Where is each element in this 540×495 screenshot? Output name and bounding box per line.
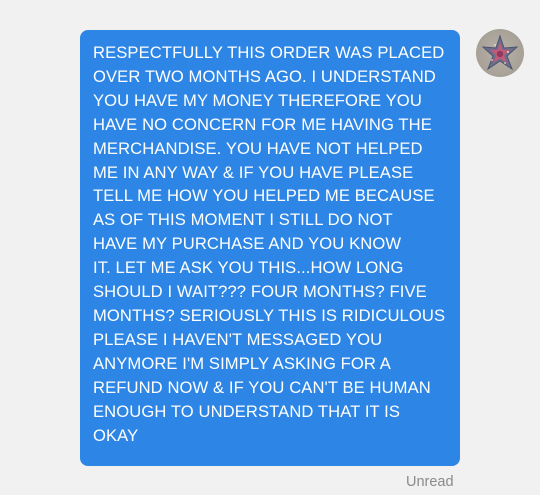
message-line: TELL ME HOW YOU HELPED ME BECAUSE xyxy=(93,186,435,206)
message-line: IT. LET ME ASK YOU THIS...HOW LONG xyxy=(93,258,404,278)
message-line: ME IN ANY WAY & IF YOU HAVE PLEASE xyxy=(93,162,414,182)
message-line: HAVE NO CONCERN FOR ME HAVING THE xyxy=(93,114,432,134)
message-line: HAVE MY PURCHASE AND YOU KNOW xyxy=(93,234,402,254)
message-line: YOU HAVE MY MONEY THEREFORE YOU xyxy=(93,90,422,110)
chat-thread: RESPECTFULLY THIS ORDER WAS PLACED OVER … xyxy=(0,0,540,495)
message-line: SHOULD I WAIT??? FOUR MONTHS? FIVE xyxy=(93,282,427,302)
message-line: ANYMORE I'M SIMPLY ASKING FOR A xyxy=(93,353,391,373)
message-line: AS OF THIS MOMENT I STILL DO NOT xyxy=(93,210,393,230)
sender-avatar[interactable] xyxy=(476,29,524,77)
starfish-avatar-icon xyxy=(481,34,519,71)
message-line: OVER TWO MONTHS AGO. I UNDERSTAND xyxy=(93,66,436,86)
message-line: MONTHS? SERIOUSLY THIS IS RIDICULOUS xyxy=(93,305,446,325)
message-read-status: Unread xyxy=(406,474,454,490)
sent-message-bubble[interactable]: RESPECTFULLY THIS ORDER WAS PLACED OVER … xyxy=(80,30,460,466)
message-line: MERCHANDISE. YOU HAVE NOT HELPED xyxy=(93,138,423,158)
message-line: PLEASE I HAVEN'T MESSAGED YOU xyxy=(93,329,383,349)
message-line: OKAY xyxy=(93,425,139,445)
message-line: ENOUGH TO UNDERSTAND THAT IT IS xyxy=(93,401,401,421)
message-line: REFUND NOW & IF YOU CAN'T BE HUMAN xyxy=(93,377,431,397)
message-line: RESPECTFULLY THIS ORDER WAS PLACED xyxy=(93,43,445,62)
